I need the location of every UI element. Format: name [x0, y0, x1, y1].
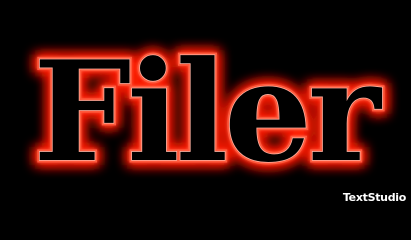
glowing-text-logo: Filer Filer Filer Filer — [28, 25, 392, 198]
logo-text: Filer — [33, 30, 383, 193]
textstudio-watermark: TextStudio — [342, 191, 406, 204]
logo-canvas: Filer Filer Filer Filer TextStudio — [0, 0, 411, 207]
